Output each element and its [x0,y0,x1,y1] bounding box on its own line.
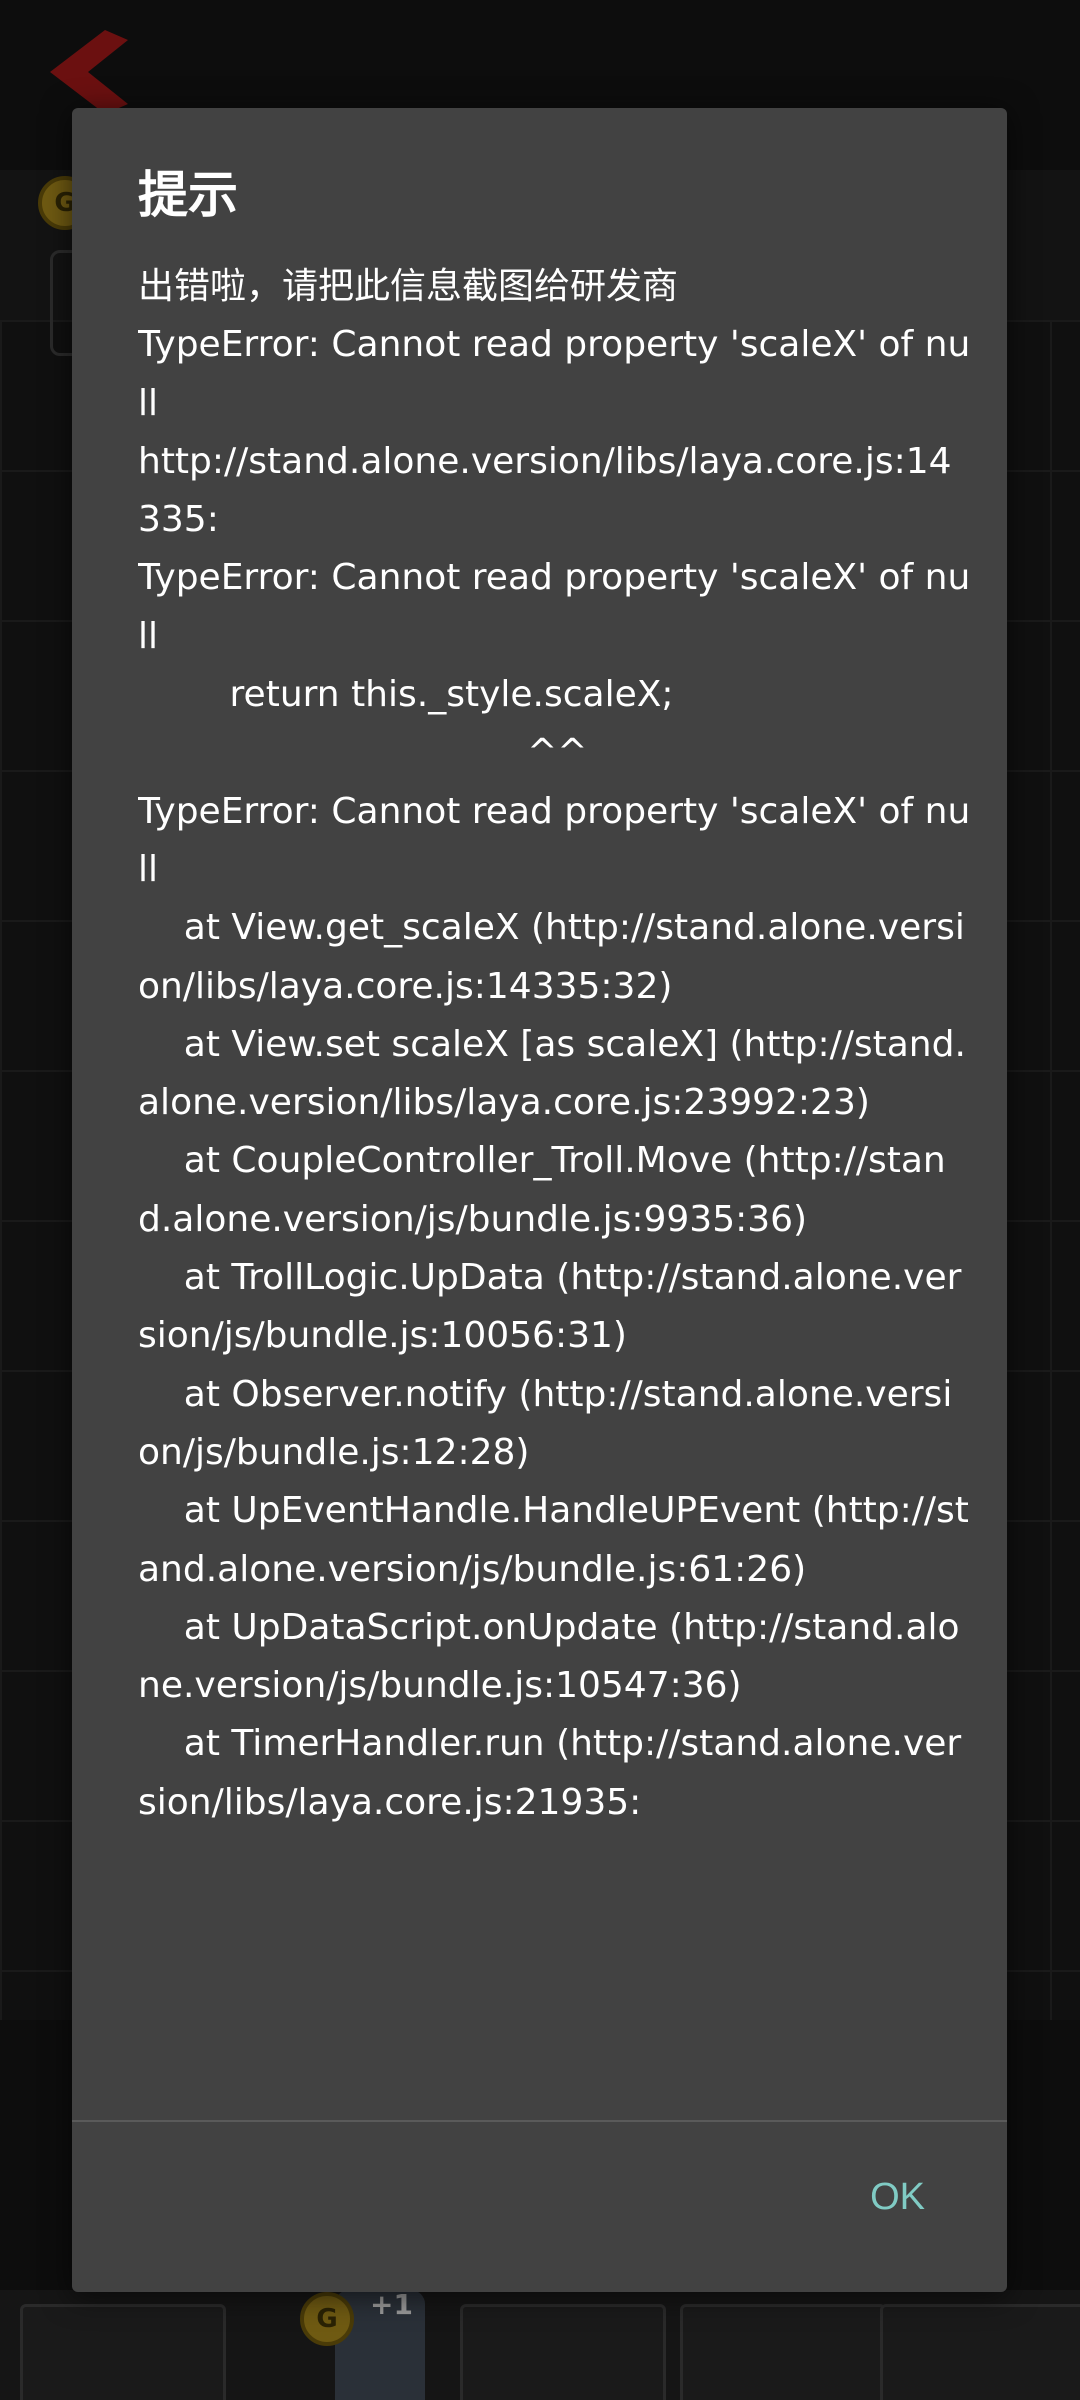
coin-icon: G [300,2292,354,2346]
dialog-actions: OK [72,2122,1007,2292]
ok-button[interactable]: OK [858,2166,937,2229]
game-bottom-bar [0,2290,1080,2400]
dialog-title: 提示 [138,166,238,224]
game-tile [880,2304,1080,2400]
error-dialog: 提示 出错啦，请把此信息截图给研发商 TypeError: Cannot rea… [72,108,1007,2292]
game-tile [680,2304,886,2400]
game-tile [20,2304,226,2400]
screen: G G +1 提示 出错啦，请把此信息截图给研发商 TypeError: Can… [0,0,1080,2400]
bonus-label: +1 [370,2288,413,2321]
error-message[interactable]: 出错啦，请把此信息截图给研发商 TypeError: Cannot read p… [138,258,973,2218]
game-tile [460,2304,666,2400]
